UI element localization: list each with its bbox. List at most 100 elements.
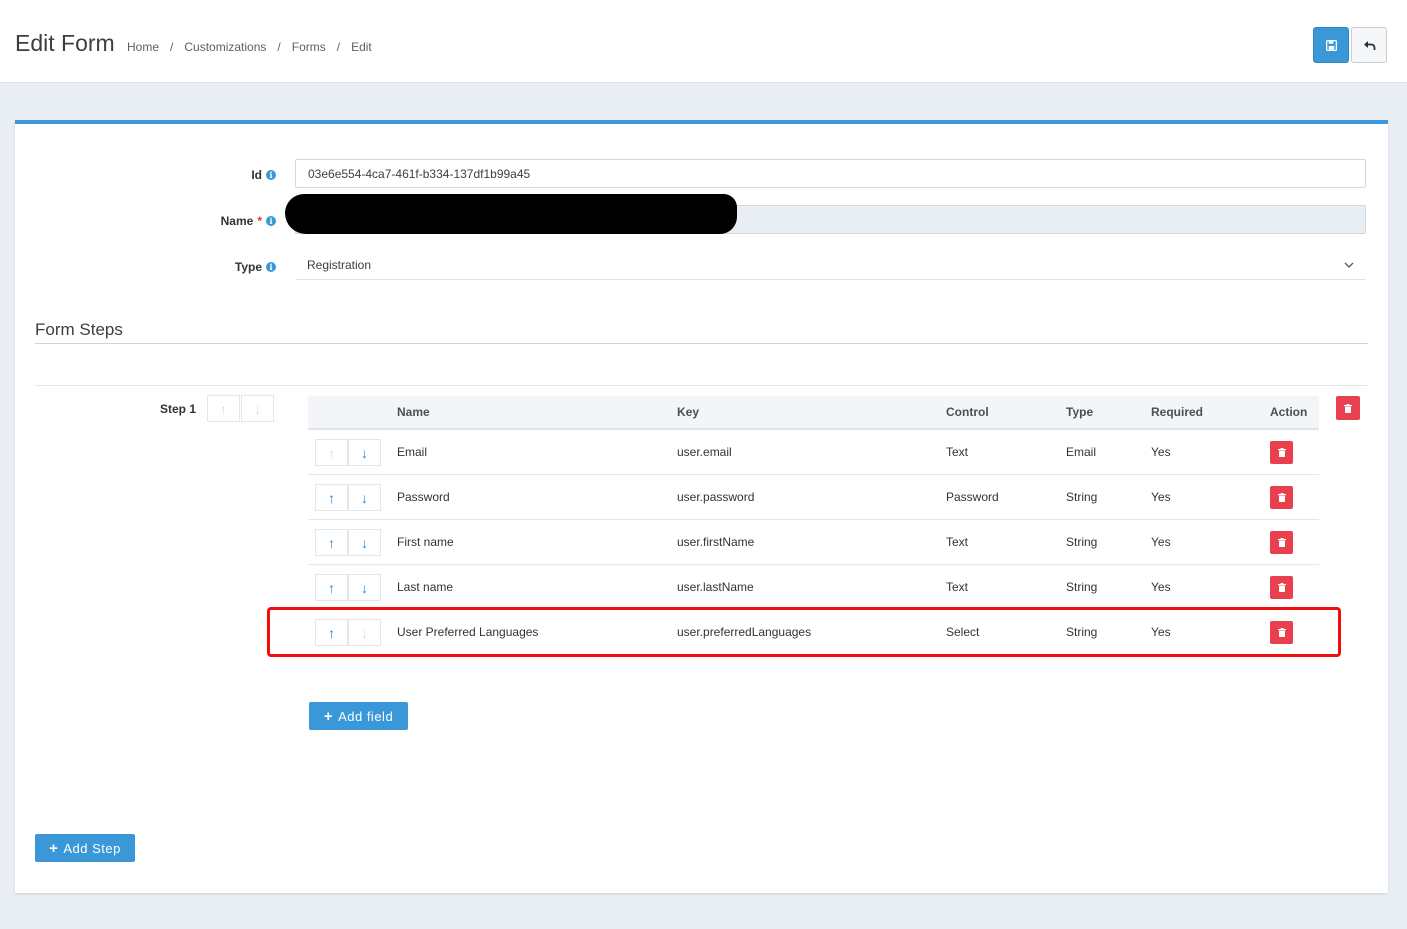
move-down-button[interactable]: ↓ <box>348 529 381 556</box>
move-up-button[interactable]: ↑ <box>315 484 348 511</box>
arrow-down-icon: ↓ <box>361 534 368 551</box>
arrow-down-icon: ↓ <box>361 489 368 506</box>
move-up-button[interactable]: ↑ <box>315 439 348 466</box>
move-up-button[interactable]: ↑ <box>315 529 348 556</box>
arrow-down-icon: ↓ <box>254 400 261 417</box>
field-control: Text <box>946 535 969 549</box>
fields-table: Name Key Control Type Required Action ↑ ↓… <box>308 396 1319 655</box>
delete-field-button[interactable] <box>1270 441 1293 464</box>
breadcrumb-customizations[interactable]: Customizations <box>184 40 266 54</box>
breadcrumb: Home / Customizations / Forms / Edit <box>127 40 372 54</box>
field-type: String <box>1066 625 1098 639</box>
type-select[interactable]: Registration <box>295 251 1366 280</box>
field-name: Email <box>397 445 428 459</box>
delete-field-button[interactable] <box>1270 621 1293 644</box>
field-type: String <box>1066 535 1098 549</box>
field-control: Password <box>946 490 999 504</box>
field-control: Select <box>946 625 980 639</box>
trash-icon <box>1277 538 1286 547</box>
column-header-control: Control <box>946 405 989 419</box>
field-required: Yes <box>1151 625 1171 639</box>
arrow-up-icon: ↑ <box>220 400 227 417</box>
breadcrumb-forms[interactable]: Forms <box>292 40 326 54</box>
field-required: Yes <box>1151 445 1171 459</box>
arrow-up-icon: ↑ <box>328 624 335 641</box>
table-row: ↑ ↓ User Preferred Languages user.preferred… <box>308 610 1319 655</box>
info-icon[interactable]: i <box>266 262 276 272</box>
field-name: First name <box>397 535 454 549</box>
column-header-name: Name <box>397 405 430 419</box>
id-field[interactable]: 03e6e554-4ca7-461f-b334-137df1b99a45 <box>295 159 1366 188</box>
field-type: String <box>1066 580 1098 594</box>
table-header: Name Key Control Type Required Action <box>308 396 1319 430</box>
table-row: ↑ ↓ Password user.password Password String Yes <box>308 475 1319 520</box>
trash-icon <box>1277 583 1286 592</box>
field-key: user.lastName <box>677 580 754 594</box>
move-down-button[interactable]: ↓ <box>348 484 381 511</box>
redaction-scribble <box>285 194 737 234</box>
field-control: Text <box>946 445 969 459</box>
delete-field-button[interactable] <box>1270 531 1293 554</box>
delete-step-button[interactable] <box>1336 396 1360 420</box>
move-down-button[interactable]: ↓ <box>348 619 381 646</box>
breadcrumb-home[interactable]: Home <box>127 40 159 54</box>
top-bar: Edit Form Home / Customizations / Forms … <box>0 0 1407 83</box>
field-key: user.preferredLanguages <box>677 625 812 639</box>
field-control: Text <box>946 580 969 594</box>
arrow-down-icon: ↓ <box>361 624 368 641</box>
arrow-up-icon: ↑ <box>328 579 335 596</box>
delete-field-button[interactable] <box>1270 486 1293 509</box>
field-type: String <box>1066 490 1098 504</box>
chevron-down-icon <box>1344 262 1354 268</box>
step-divider <box>35 385 1368 386</box>
field-required: Yes <box>1151 535 1171 549</box>
column-header-key: Key <box>677 405 700 419</box>
arrow-up-icon: ↑ <box>328 534 335 551</box>
name-label: Name * i <box>156 214 276 228</box>
breadcrumb-separator: / <box>336 40 341 54</box>
move-up-button[interactable]: ↑ <box>315 574 348 601</box>
move-up-button[interactable]: ↑ <box>315 619 348 646</box>
arrow-up-icon: ↑ <box>328 489 335 506</box>
move-down-button[interactable]: ↓ <box>348 439 381 466</box>
page-title: Edit Form <box>15 30 115 56</box>
add-step-button[interactable]: + Add Step <box>35 834 135 862</box>
table-row: ↑ ↓ First name user.firstName Text String Yes <box>308 520 1319 565</box>
plus-icon: + <box>323 707 334 725</box>
step-move-down-button[interactable]: ↓ <box>241 395 274 422</box>
section-divider <box>35 343 1368 344</box>
delete-field-button[interactable] <box>1270 576 1293 599</box>
field-key: user.email <box>677 445 732 459</box>
table-row: ↑ ↓ Email user.email Text Email Yes <box>308 430 1319 475</box>
form-steps-title: Form Steps <box>35 320 123 339</box>
field-name: Last name <box>397 580 454 594</box>
back-button[interactable] <box>1351 27 1387 63</box>
field-name: User Preferred Languages <box>397 625 539 639</box>
info-icon[interactable]: i <box>266 170 276 180</box>
type-label: Type i <box>156 260 276 274</box>
arrow-down-icon: ↓ <box>361 579 368 596</box>
step-move-up-button[interactable]: ↑ <box>207 395 240 422</box>
info-icon[interactable]: i <box>266 216 276 226</box>
field-required: Yes <box>1151 580 1171 594</box>
id-label: Id i <box>156 168 276 182</box>
undo-arrow-icon <box>1363 40 1375 50</box>
save-button[interactable] <box>1313 27 1349 63</box>
field-type: Email <box>1066 445 1097 459</box>
breadcrumb-edit: Edit <box>351 40 372 54</box>
trash-icon <box>1344 403 1352 413</box>
add-field-button[interactable]: + Add field <box>309 702 408 730</box>
table-row: ↑ ↓ Last name user.lastName Text String Yes <box>308 565 1319 610</box>
floppy-disk-icon <box>1325 39 1337 51</box>
move-down-button[interactable]: ↓ <box>348 574 381 601</box>
field-required: Yes <box>1151 490 1171 504</box>
edit-form-card: Id i 03e6e554-4ca7-461f-b334-137df1b99a4… <box>15 120 1388 893</box>
column-header-required: Required <box>1151 405 1204 419</box>
trash-icon <box>1277 493 1286 502</box>
arrow-down-icon: ↓ <box>361 444 368 461</box>
breadcrumb-separator: / <box>170 40 174 54</box>
column-header-type: Type <box>1066 405 1094 419</box>
field-name: Password <box>397 490 450 504</box>
step-label: Step 1 <box>160 402 197 416</box>
column-header-action: Action <box>1270 405 1308 419</box>
